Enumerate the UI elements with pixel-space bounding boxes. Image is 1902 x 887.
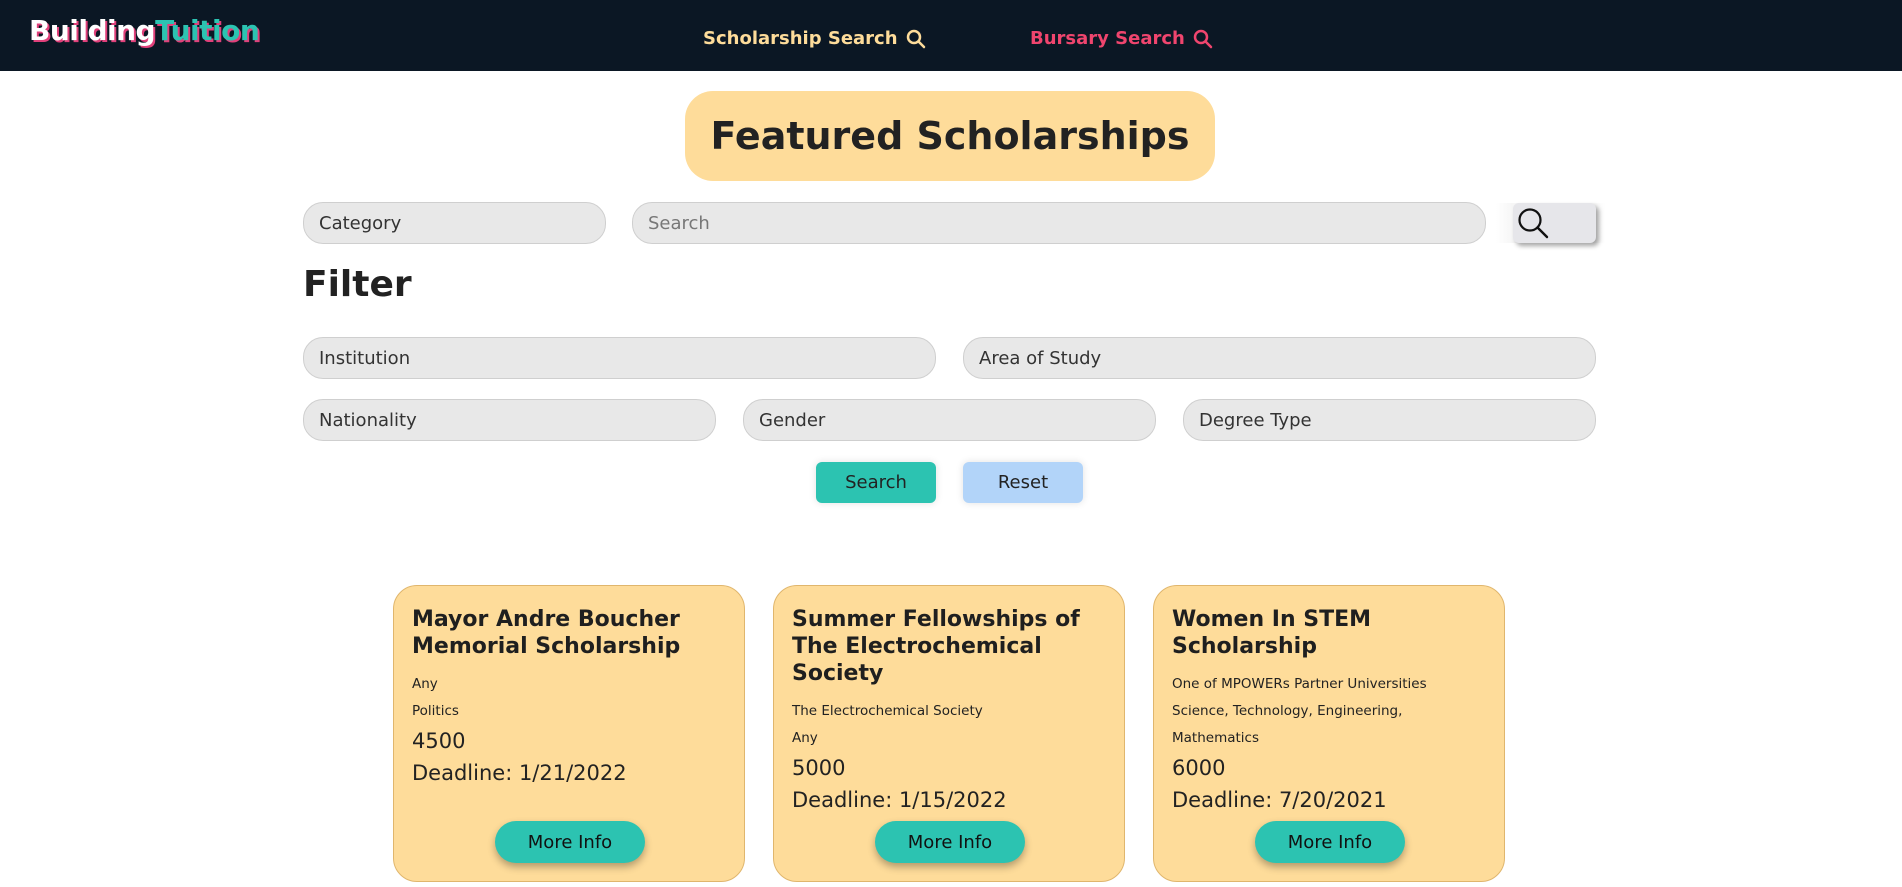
nav-bursary-search[interactable]: Bursary Search	[1030, 28, 1213, 49]
nav-scholarship-search[interactable]: Scholarship Search	[703, 28, 926, 49]
card-title: Mayor Andre Boucher Memorial Scholarship	[412, 607, 681, 659]
search-icon	[906, 29, 925, 48]
card-institution: One of MPOWERs Partner Universities	[1172, 676, 1427, 692]
card-area: Science, Technology, Engineering, Mathem…	[1172, 703, 1403, 746]
card-deadline: Deadline: 7/20/2021	[1172, 788, 1387, 812]
card-amount: 4500	[412, 729, 466, 753]
search-icon	[1193, 29, 1213, 48]
card-deadline: Deadline: 1/15/2022	[792, 788, 1007, 812]
featured-heading: Featured Scholarships	[685, 91, 1215, 181]
card-institution: Any	[412, 676, 438, 692]
nav-bursary-search-label: Bursary Search	[1030, 28, 1185, 49]
card-area: Any	[792, 730, 818, 746]
scholarship-card: Summer Fellowships of The Electrochemica…	[773, 585, 1125, 882]
filter-reset-button[interactable]: Reset	[963, 462, 1083, 503]
more-info-button[interactable]: More Info	[495, 821, 645, 863]
more-info-button[interactable]: More Info	[875, 821, 1025, 863]
filter-title: Filter	[303, 264, 412, 305]
filter-search-button[interactable]: Search	[816, 462, 936, 503]
card-title: Women In STEM Scholarship	[1172, 607, 1372, 659]
category-select[interactable]: Category	[303, 202, 606, 244]
scholarship-card: Mayor Andre Boucher Memorial Scholarship…	[393, 585, 745, 882]
gender-select[interactable]: Gender	[743, 399, 1156, 441]
institution-select[interactable]: Institution	[303, 337, 936, 379]
scholarship-card: Women In STEM Scholarship One of MPOWERs…	[1153, 585, 1505, 882]
card-title: Summer Fellowships of The Electrochemica…	[792, 607, 1080, 686]
nav-scholarship-search-label: Scholarship Search	[703, 28, 898, 49]
search-input[interactable]: Search	[632, 202, 1486, 244]
logo-part1: Building	[29, 14, 156, 47]
search-submit-button[interactable]	[1513, 203, 1596, 243]
card-amount: 6000	[1172, 756, 1226, 780]
card-amount: 5000	[792, 756, 846, 780]
more-info-button[interactable]: More Info	[1255, 821, 1405, 863]
degree-type-select[interactable]: Degree Type	[1183, 399, 1596, 441]
top-navbar: BuildingTuition Scholarship Search Bursa…	[0, 0, 1902, 71]
magnifier-icon	[1518, 208, 1549, 239]
area-of-study-select[interactable]: Area of Study	[963, 337, 1596, 379]
card-area: Politics	[412, 703, 459, 719]
logo-part2: Tuition	[155, 14, 260, 47]
card-deadline: Deadline: 1/21/2022	[412, 761, 627, 785]
card-institution: The Electrochemical Society	[792, 703, 983, 719]
nationality-select[interactable]: Nationality	[303, 399, 716, 441]
site-logo[interactable]: BuildingTuition	[29, 14, 260, 47]
